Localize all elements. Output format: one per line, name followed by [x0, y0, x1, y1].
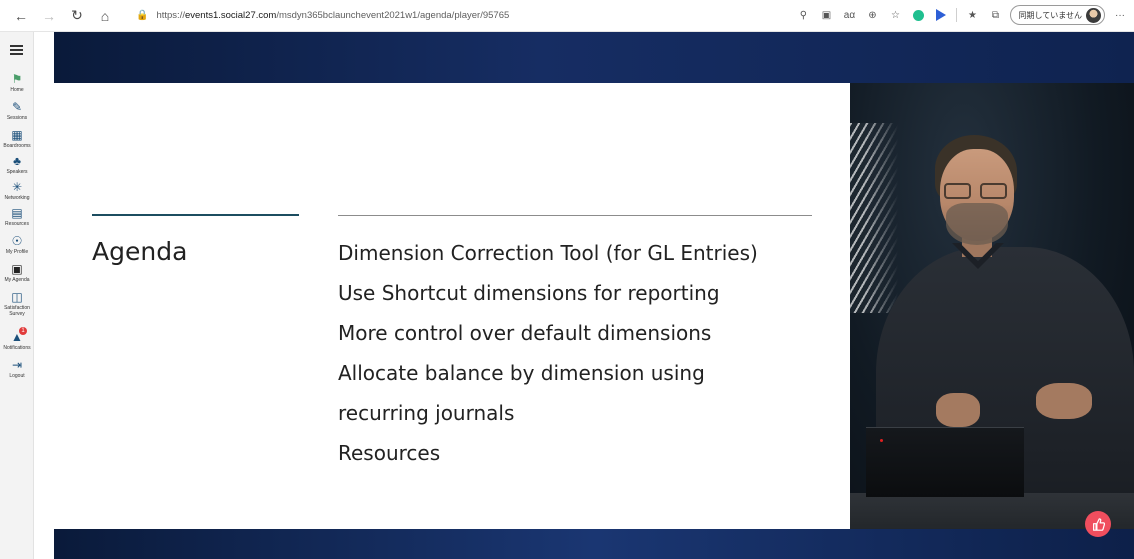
zoom-icon[interactable]: ⊕ — [864, 7, 880, 23]
profile-status: 同期していません — [1018, 10, 1082, 20]
home-icon: ⚑ — [11, 72, 23, 86]
speaker-hand-right — [1036, 383, 1092, 419]
reader-view-icon[interactable]: ▣ — [818, 7, 834, 23]
more-menu-icon[interactable]: ··· — [1112, 7, 1128, 23]
extension-blue-icon[interactable] — [933, 7, 949, 23]
sidebar-item-boardrooms[interactable]: ▦ Boardrooms — [0, 128, 34, 149]
sidebar-item-label: Speakers — [6, 169, 28, 175]
agenda-item: Resources — [338, 441, 441, 465]
calendar-icon: ▣ — [11, 262, 23, 276]
agenda-item: Allocate balance by dimension using — [338, 361, 705, 385]
speaker-hand-left — [936, 393, 980, 427]
url-path: /msdyn365bclaunchevent2021w1/agenda/play… — [276, 10, 510, 21]
sidebar-item-label: Home — [10, 87, 24, 93]
sidebar-item-label: Satisfaction Survey — [4, 305, 30, 317]
sidebar-item-satisfaction-survey[interactable]: ◫ Satisfaction Survey — [0, 290, 34, 317]
sidebar-item-label: Boardrooms — [3, 143, 31, 149]
home-page-icon[interactable]: ⌂ — [94, 5, 116, 27]
extension-green-icon[interactable] — [910, 7, 926, 23]
survey-icon: ◫ — [11, 290, 23, 304]
sidebar-item-label: Resources — [5, 221, 29, 227]
pencil-icon: ✎ — [11, 100, 23, 114]
speaker-video — [850, 83, 1134, 529]
background-light-wall — [850, 123, 898, 313]
favorites-icon[interactable]: ★ — [964, 7, 980, 23]
speaker-beard — [946, 203, 1008, 245]
sidebar-item-home[interactable]: ⚑ Home — [0, 72, 34, 93]
nav-buttons: ← → ↻ ⌂ — [0, 5, 116, 27]
thumbs-up-icon — [1092, 517, 1105, 531]
sidebar-item-my-profile[interactable]: ☉ My Profile — [0, 234, 34, 255]
slide-title: Agenda — [92, 237, 188, 266]
speaker-icon: ♣ — [13, 154, 21, 168]
sidebar-item-sessions[interactable]: ✎ Sessions — [0, 100, 34, 121]
agenda-list: Dimension Correction Tool (for GL Entrie… — [338, 233, 758, 473]
forward-icon[interactable]: → — [38, 5, 60, 27]
back-icon[interactable]: ← — [10, 5, 32, 27]
browser-toolbar: ← → ↻ ⌂ 🔒 https://events1.social27.com/m… — [0, 0, 1134, 32]
sidebar-item-resources[interactable]: ▤ Resources — [0, 206, 34, 227]
collections-icon[interactable]: ⧉ — [987, 7, 1003, 23]
player-bottom-band — [54, 529, 1134, 559]
sidebar-item-speakers[interactable]: ♣ Speakers — [0, 154, 34, 175]
video-player[interactable]: Agenda Dimension Correction Tool (for GL… — [54, 32, 1134, 559]
network-icon: ✳ — [11, 180, 23, 194]
agenda-divider — [338, 215, 812, 216]
presentation-slide: Agenda Dimension Correction Tool (for GL… — [54, 83, 850, 529]
sidebar-item-label: Logout — [9, 373, 25, 379]
address-bar[interactable]: 🔒 https://events1.social27.com/msdyn365b… — [136, 5, 816, 27]
toolbar-divider — [956, 8, 958, 22]
sidebar-item-my-agenda[interactable]: ▣ My Agenda — [0, 262, 34, 283]
sidebar: ⚑ Home ✎ Sessions ▦ Boardrooms ♣ Speaker… — [0, 32, 34, 559]
sidebar-item-logout[interactable]: ⇥ Logout — [0, 358, 34, 379]
sidebar-item-label: My Profile — [5, 249, 29, 255]
lock-icon: 🔒 — [136, 10, 149, 21]
like-button[interactable] — [1085, 511, 1111, 537]
hamburger-menu-icon[interactable] — [10, 45, 23, 55]
sidebar-item-networking[interactable]: ✳ Networking — [0, 180, 34, 201]
sidebar-item-label: My Agenda — [4, 277, 30, 283]
notification-badge: 1 — [19, 327, 27, 335]
url-host: events1.social27.com — [184, 10, 277, 21]
profile-button[interactable]: 同期していません — [1010, 5, 1105, 25]
laptop — [866, 427, 1024, 497]
sidebar-item-label: Sessions — [6, 115, 28, 121]
read-aloud-icon[interactable]: aα — [841, 7, 857, 23]
sidebar-item-notifications[interactable]: ▲ 1 Notifications — [0, 327, 34, 351]
sidebar-item-label: Notifications — [3, 345, 31, 351]
agenda-item: Use Shortcut dimensions for reporting — [338, 281, 720, 305]
toolbar-actions: ⚲ ▣ aα ⊕ ☆ ★ ⧉ 同期していません ··· — [795, 5, 1128, 25]
agenda-item: More control over default dimensions — [338, 321, 712, 345]
boardroom-icon: ▦ — [11, 128, 23, 142]
avatar — [1086, 7, 1101, 23]
laptop-led — [880, 439, 883, 442]
agenda-item: Dimension Correction Tool (for GL Entrie… — [338, 241, 758, 265]
resources-icon: ▤ — [11, 206, 23, 220]
logout-icon: ⇥ — [11, 358, 23, 372]
agenda-item: recurring journals — [338, 401, 515, 425]
title-accent-line — [92, 214, 299, 216]
profile-icon: ☉ — [11, 234, 23, 248]
search-icon[interactable]: ⚲ — [795, 7, 811, 23]
player-top-band — [54, 32, 1134, 83]
url-prefix: https:// — [156, 10, 185, 21]
sidebar-item-label: Networking — [4, 195, 30, 201]
refresh-icon[interactable]: ↻ — [66, 5, 88, 27]
speaker-glasses — [944, 183, 1010, 199]
favorite-add-icon[interactable]: ☆ — [887, 7, 903, 23]
